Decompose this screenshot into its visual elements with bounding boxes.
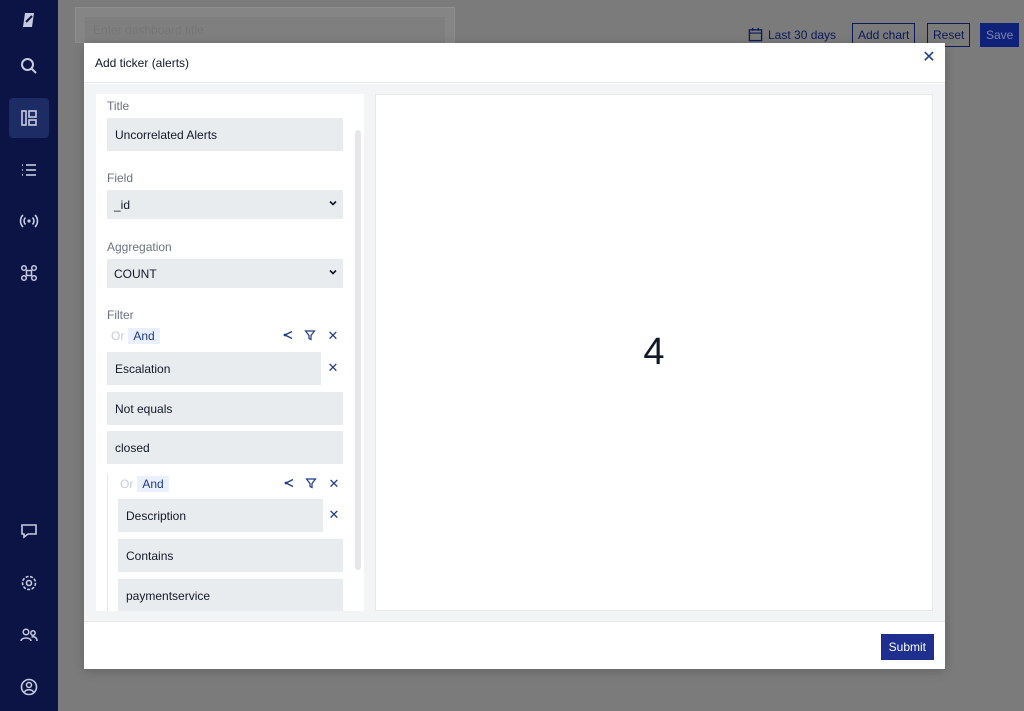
- condition1-field[interactable]: Escalation: [107, 352, 321, 385]
- settings-icon[interactable]: [9, 563, 49, 603]
- condition1-operator[interactable]: Not equals: [107, 392, 343, 425]
- condition2-value[interactable]: paymentservice: [118, 579, 343, 611]
- submit-button[interactable]: Submit: [880, 634, 934, 660]
- filter-label: Filter: [107, 308, 134, 322]
- account-icon[interactable]: [9, 667, 49, 707]
- search-icon[interactable]: [9, 46, 49, 86]
- filter-icon[interactable]: [303, 329, 317, 343]
- aggregation-select[interactable]: COUNT: [107, 259, 343, 288]
- condition2-field[interactable]: Description: [118, 499, 323, 532]
- date-range-label: Last 30 days: [768, 27, 837, 42]
- remove-group-icon[interactable]: ✕: [326, 329, 340, 343]
- logo-icon[interactable]: [9, 0, 49, 40]
- or-option[interactable]: Or: [107, 329, 128, 343]
- modal-header: Add ticker (alerts): [84, 43, 945, 83]
- nested-filter-group: Or And ✕ Description ✕ Contains payments…: [107, 474, 343, 611]
- preview-value: 4: [643, 331, 665, 373]
- field-select[interactable]: _id: [107, 190, 343, 219]
- sidebar: [0, 0, 58, 711]
- add-rule-group-icon[interactable]: [281, 329, 295, 343]
- filter-icon[interactable]: [304, 477, 318, 491]
- dashboard-title-card: [75, 7, 455, 43]
- modal-footer: Submit: [84, 621, 945, 669]
- aggregation-label: Aggregation: [107, 240, 172, 254]
- dashboard-icon[interactable]: [9, 98, 49, 138]
- calendar-icon: [748, 27, 763, 42]
- nested-combinator-toggle: Or And: [116, 475, 169, 493]
- condition2-operator[interactable]: Contains: [118, 539, 343, 572]
- chevron-down-icon: [329, 269, 337, 275]
- ticker-preview: 4: [375, 94, 933, 611]
- condition1-value[interactable]: closed: [107, 431, 343, 464]
- filter-combinator-toggle: Or And: [107, 327, 160, 345]
- dashboard-title-input[interactable]: [85, 17, 445, 43]
- ticker-form: Title Uncorrelated Alerts Field _id Aggr…: [96, 94, 364, 611]
- add-rule-group-icon[interactable]: [282, 477, 296, 491]
- field-label: Field: [107, 171, 134, 185]
- form-scrollbar[interactable]: [355, 130, 361, 570]
- modal-title: Add ticker (alerts): [95, 56, 190, 70]
- close-icon[interactable]: ✕: [921, 50, 937, 66]
- save-button[interactable]: Save: [980, 23, 1020, 47]
- chevron-down-icon: [329, 200, 337, 206]
- integrations-icon[interactable]: [9, 253, 49, 293]
- and-option[interactable]: And: [128, 328, 160, 344]
- add-ticker-modal: Add ticker (alerts) ✕ Title Uncorrelated…: [84, 43, 945, 669]
- signal-icon[interactable]: [9, 201, 49, 241]
- list-icon[interactable]: [9, 150, 49, 190]
- nested-or-option[interactable]: Or: [116, 477, 137, 491]
- chat-icon[interactable]: [9, 511, 49, 551]
- field-select-value: _id: [114, 198, 131, 212]
- users-icon[interactable]: [9, 615, 49, 655]
- aggregation-select-value: COUNT: [114, 267, 157, 281]
- remove-rule-icon[interactable]: ✕: [326, 361, 340, 375]
- title-input[interactable]: Uncorrelated Alerts: [107, 118, 343, 151]
- remove-rule-icon[interactable]: ✕: [327, 508, 341, 522]
- title-label: Title: [107, 99, 130, 113]
- nested-and-option[interactable]: And: [137, 476, 169, 492]
- date-range-picker[interactable]: Last 30 days: [748, 27, 836, 42]
- modal-body: Title Uncorrelated Alerts Field _id Aggr…: [84, 84, 945, 621]
- remove-group-icon[interactable]: ✕: [327, 477, 341, 491]
